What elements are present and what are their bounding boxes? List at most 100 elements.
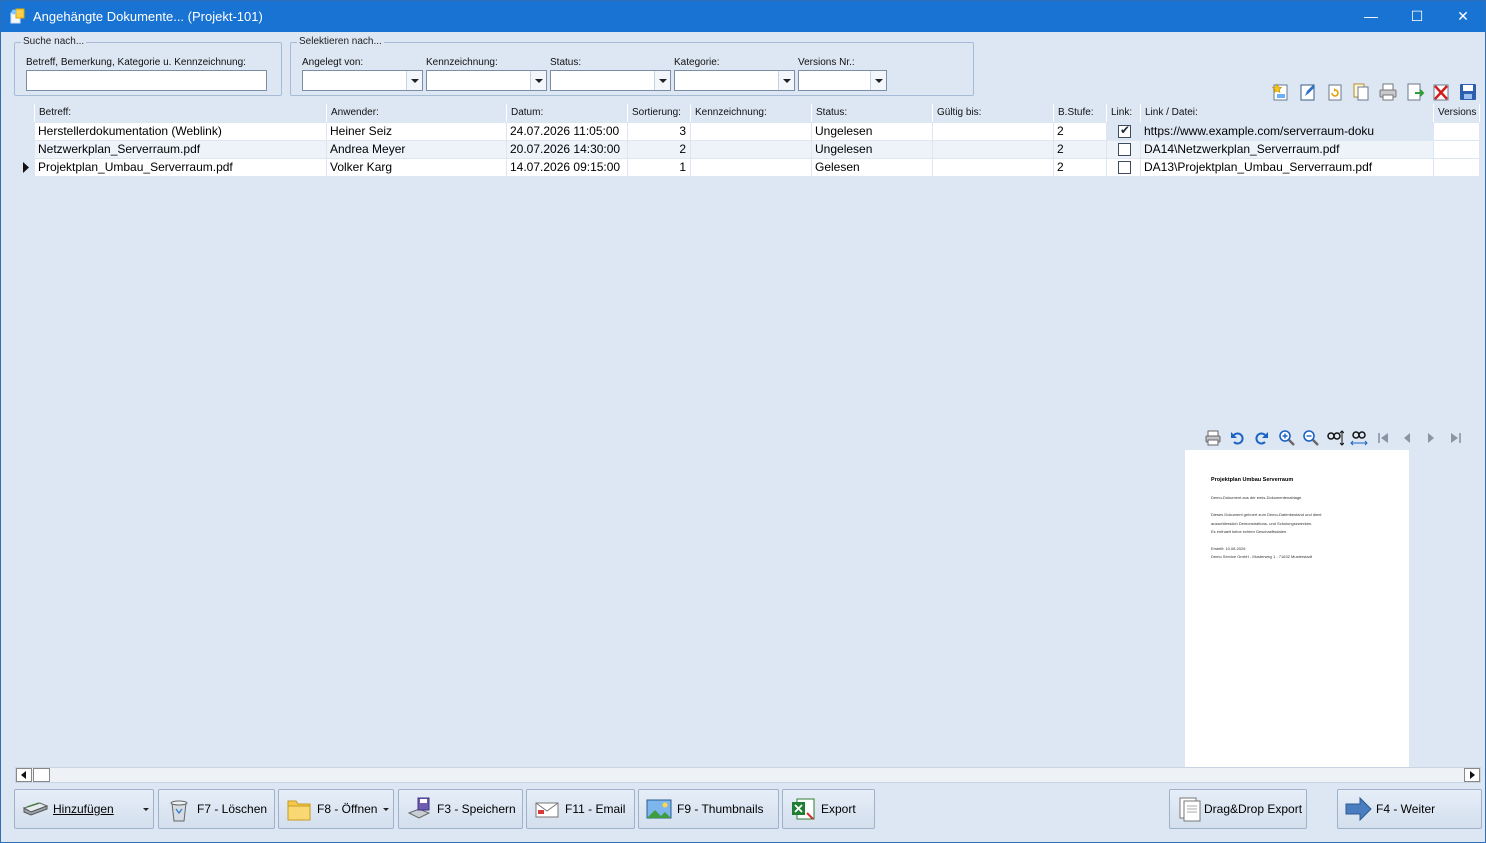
cell-bstufe[interactable]: 2 [1054,123,1107,140]
new-document-icon[interactable] [1271,82,1291,102]
column-header-link-datei[interactable]: Link / Datei: [1141,104,1434,122]
cell-bstufe[interactable]: 2 [1054,141,1107,158]
dropdown-arrow-icon[interactable] [143,808,149,811]
column-header-kennzeichnung[interactable]: Kennzeichnung: [691,104,812,122]
maximize-button[interactable]: ☐ [1394,1,1440,32]
link-checkbox[interactable] [1118,123,1131,138]
filter-created-by-select[interactable] [302,70,423,91]
last-page-icon[interactable] [1447,429,1465,447]
column-header-gueltig-bis[interactable]: Gültig bis: [933,104,1054,122]
refresh-icon[interactable] [1325,82,1345,102]
cell-betreff[interactable]: Projektplan_Umbau_Serverraum.pdf [35,159,327,176]
zoom-in-icon[interactable] [1278,429,1296,447]
edit-icon[interactable] [1298,82,1318,102]
print-icon[interactable] [1204,429,1222,447]
cell-datum[interactable]: 14.07.2026 09:15:00 [507,159,628,176]
cell-betreff[interactable]: Herstellerdokumentation (Weblink) [35,123,327,140]
rotate-left-icon[interactable] [1228,429,1246,447]
table-row[interactable]: Projektplan_Umbau_Serverraum.pdf Volker … [14,159,1480,177]
zoom-out-icon[interactable] [1302,429,1320,447]
save-icon[interactable] [1458,82,1478,102]
cell-kennzeichnung[interactable] [691,141,812,158]
next-page-icon[interactable] [1422,429,1440,447]
add-button[interactable]: Hinzufügen [14,789,154,829]
cell-status[interactable]: Ungelesen [812,123,933,140]
chevron-down-icon[interactable] [654,71,670,90]
cell-datum[interactable]: 24.07.2026 11:05:00 [507,123,628,140]
column-header-anwender[interactable]: Anwender: [327,104,507,122]
cell-link-datei[interactable]: DA13\Projektplan_Umbau_Serverraum.pdf [1141,159,1434,176]
column-header-bstufe[interactable]: B.Stufe: [1054,104,1107,122]
cell-sortierung[interactable]: 3 [628,123,691,140]
filter-version-select[interactable] [798,70,887,91]
cell-kennzeichnung[interactable] [691,123,812,140]
open-button[interactable]: F8 - Öffnen [278,789,394,829]
cell-datum[interactable]: 20.07.2026 14:30:00 [507,141,628,158]
export-icon[interactable] [1405,82,1425,102]
next-button[interactable]: F4 - Weiter [1337,789,1482,829]
rotate-right-icon[interactable] [1253,429,1271,447]
link-checkbox[interactable] [1118,143,1131,156]
cell-gueltig-bis[interactable] [933,141,1054,158]
cell-sortierung[interactable]: 1 [628,159,691,176]
cell-anwender[interactable]: Heiner Seiz [327,123,507,140]
fit-height-icon[interactable] [1326,429,1344,447]
search-input[interactable] [26,70,267,91]
cell-kennzeichnung[interactable] [691,159,812,176]
thumbnails-button[interactable]: F9 - Thumbnails [638,789,779,829]
document-preview[interactable]: Projektplan Umbau Serverraum Demo-Dokume… [1185,450,1409,768]
row-selector[interactable] [14,123,35,140]
cell-status[interactable]: Gelesen [812,159,933,176]
save-button[interactable]: F3 - Speichern [398,789,523,829]
table-row[interactable]: Herstellerdokumentation (Weblink) Heiner… [14,123,1480,141]
fit-width-icon[interactable] [1350,429,1368,447]
scroll-right-button[interactable] [1464,768,1480,782]
scroll-left-button[interactable] [16,768,32,782]
dropdown-arrow-icon[interactable] [383,808,389,811]
row-selector[interactable] [14,159,35,176]
email-button[interactable]: F11 - Email [526,789,635,829]
minimize-button[interactable]: — [1348,1,1394,32]
horizontal-scrollbar[interactable] [15,767,1481,783]
copy-icon[interactable] [1351,82,1371,102]
filter-category-select[interactable] [674,70,795,91]
column-header-sortierung[interactable]: Sortierung: [628,104,691,122]
cell-versions[interactable] [1434,159,1480,176]
filter-marking-select[interactable] [426,70,547,91]
column-header-status[interactable]: Status: [812,104,933,122]
cell-gueltig-bis[interactable] [933,159,1054,176]
cell-sortierung[interactable]: 2 [628,141,691,158]
scroll-thumb[interactable] [33,768,50,782]
row-selector[interactable] [14,141,35,158]
cell-gueltig-bis[interactable] [933,123,1054,140]
first-page-icon[interactable] [1374,429,1392,447]
drag-drop-export-button[interactable]: Drag&Drop Export [1169,789,1307,829]
column-header-link[interactable]: Link: [1107,104,1141,122]
column-header-betreff[interactable]: Betreff: [35,104,327,122]
cell-status[interactable]: Ungelesen [812,141,933,158]
table-row[interactable]: Netzwerkplan_Serverraum.pdf Andrea Meyer… [14,141,1480,159]
title-bar[interactable]: Angehängte Dokumente... (Projekt-101) — … [1,1,1485,32]
cell-link-datei[interactable]: https://www.example.com/serverraum-doku [1141,123,1434,140]
cell-versions[interactable] [1434,141,1480,158]
column-header-datum[interactable]: Datum: [507,104,628,122]
cell-anwender[interactable]: Volker Karg [327,159,507,176]
cell-anwender[interactable]: Andrea Meyer [327,141,507,158]
cell-versions[interactable] [1434,123,1480,140]
delete-button[interactable]: F7 - Löschen [158,789,275,829]
chevron-down-icon[interactable] [406,71,422,90]
close-button[interactable]: ✕ [1440,1,1486,32]
cell-link-datei[interactable]: DA14\Netzwerkplan_Serverraum.pdf [1141,141,1434,158]
chevron-down-icon[interactable] [530,71,546,90]
chevron-down-icon[interactable] [870,71,886,90]
cell-bstufe[interactable]: 2 [1054,159,1107,176]
link-checkbox[interactable] [1118,161,1131,174]
print-icon[interactable] [1378,82,1398,102]
filter-status-select[interactable] [550,70,671,91]
delete-icon[interactable] [1431,82,1451,102]
column-header-versions[interactable]: Versions [1434,104,1480,122]
export-button[interactable]: Export [782,789,875,829]
chevron-down-icon[interactable] [778,71,794,90]
cell-betreff[interactable]: Netzwerkplan_Serverraum.pdf [35,141,327,158]
previous-page-icon[interactable] [1398,429,1416,447]
